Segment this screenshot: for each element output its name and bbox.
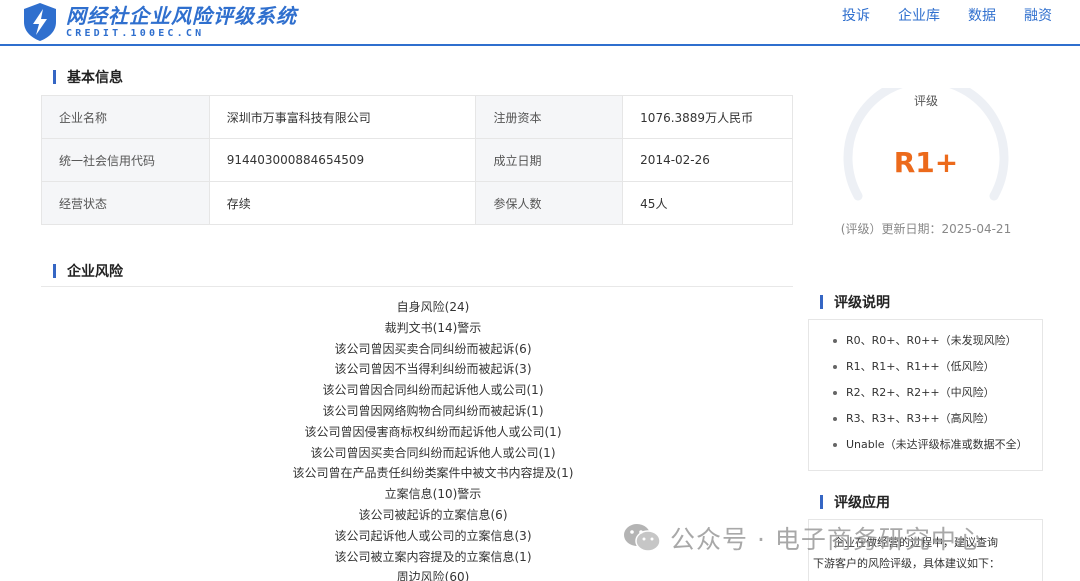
risk-item[interactable]: 该公司曾因买卖合同纠纷而起诉他人或公司(1) xyxy=(41,443,825,464)
site-logo[interactable]: 网经社企业风险评级系统 CREDIT.100EC.CN xyxy=(22,2,297,42)
rating-desc-panel: R0、R0+、R0++（未发现风险） R1、R1+、R1++（低风险） R2、R… xyxy=(808,319,1043,471)
list-item: R3、R3+、R3++（高风险） xyxy=(833,406,1042,432)
top-header: 网经社企业风险评级系统 CREDIT.100EC.CN 投诉 企业库 数据 融资 xyxy=(0,0,1080,46)
title-bar xyxy=(820,295,823,309)
table-row: 统一社会信用代码 914403000884654509 成立日期 2014-02… xyxy=(41,138,793,182)
risk-title-text: 企业风险 xyxy=(67,264,123,280)
risk-item[interactable]: 该公司曾因侵害商标权纠纷而起诉他人或公司(1) xyxy=(41,422,825,443)
divider xyxy=(41,286,793,287)
basic-info-table: 企业名称 深圳市万事富科技有限公司 注册资本 1076.3889万人民币 统一社… xyxy=(41,95,793,225)
value-registered-capital: 1076.3889万人民币 xyxy=(622,95,793,139)
value-credit-code: 914403000884654509 xyxy=(208,138,477,182)
basic-info-title-text: 基本信息 xyxy=(67,70,123,86)
rating-app-title-text: 评级应用 xyxy=(834,495,890,511)
title-bar xyxy=(53,264,56,278)
wechat-watermark: 公众号 · 电子商务研究中心 xyxy=(622,518,983,558)
top-nav: 投诉 企业库 数据 融资 xyxy=(842,0,1052,30)
label-insured-count: 参保人数 xyxy=(475,181,624,225)
label-founded-date: 成立日期 xyxy=(475,138,624,182)
title-bar xyxy=(820,495,823,509)
rating-gauge: 评级 R1+ xyxy=(840,88,1012,238)
title-bar xyxy=(53,70,56,84)
nav-company-library[interactable]: 企业库 xyxy=(898,5,940,25)
value-company-name: 深圳市万事富科技有限公司 xyxy=(208,95,477,139)
list-item: Unable（未达评级标准或数据不全） xyxy=(833,432,1042,458)
table-row: 经营状态 存续 参保人数 45人 xyxy=(41,181,793,225)
risk-item[interactable]: 该公司曾因不当得利纠纷而被起诉(3) xyxy=(41,359,825,380)
risk-item[interactable]: 裁判文书(14)警示 xyxy=(41,318,825,339)
risk-item[interactable]: 该公司曾在产品责任纠纷类案件中被文书内容提及(1) xyxy=(41,463,825,484)
risk-item[interactable]: 立案信息(10)警示 xyxy=(41,484,825,505)
label-credit-code: 统一社会信用代码 xyxy=(41,138,210,182)
rating-desc-title: 评级说明 xyxy=(820,292,890,312)
label-company-name: 企业名称 xyxy=(41,95,210,139)
nav-complaint[interactable]: 投诉 xyxy=(842,5,870,25)
list-item: R2、R2+、R2++（中风险） xyxy=(833,380,1042,406)
rating-update-date: (评级）更新日期：2025-04-21 xyxy=(840,222,1012,236)
risk-item[interactable]: 该公司曾因买卖合同纠纷而被起诉(6) xyxy=(41,339,825,360)
risk-item[interactable]: 自身风险(24) xyxy=(41,297,825,318)
shield-bolt-icon xyxy=(24,3,56,41)
value-insured-count: 45人 xyxy=(622,181,793,225)
risk-title: 企业风险 xyxy=(53,261,123,281)
list-item: R1、R1+、R1++（低风险） xyxy=(833,354,1042,380)
logo-domain: CREDIT.100EC.CN xyxy=(66,27,205,39)
value-business-status: 存续 xyxy=(208,181,477,225)
nav-data[interactable]: 数据 xyxy=(968,5,996,25)
label-business-status: 经营状态 xyxy=(41,181,210,225)
rating-label: 评级 xyxy=(913,94,938,108)
rating-value: R1+ xyxy=(893,146,959,179)
nav-financing[interactable]: 融资 xyxy=(1024,5,1052,25)
risk-item[interactable]: 该公司曾因合同纠纷而起诉他人或公司(1) xyxy=(41,380,825,401)
risk-item[interactable]: 该公司曾因网络购物合同纠纷而被起诉(1) xyxy=(41,401,825,422)
watermark-text: 公众号 · 电子商务研究中心 xyxy=(670,525,983,554)
label-registered-capital: 注册资本 xyxy=(475,95,624,139)
wechat-icon xyxy=(624,524,661,552)
rating-desc-title-text: 评级说明 xyxy=(834,295,890,311)
rating-app-title: 评级应用 xyxy=(820,492,890,512)
table-row: 企业名称 深圳市万事富科技有限公司 注册资本 1076.3889万人民币 xyxy=(41,95,793,139)
value-founded-date: 2014-02-26 xyxy=(622,138,793,182)
risk-item[interactable]: 周边风险(60) xyxy=(41,567,825,581)
basic-info-title: 基本信息 xyxy=(53,67,123,87)
logo-title: 网经社企业风险评级系统 xyxy=(66,3,297,28)
list-item: R0、R0+、R0++（未发现风险） xyxy=(833,328,1042,354)
